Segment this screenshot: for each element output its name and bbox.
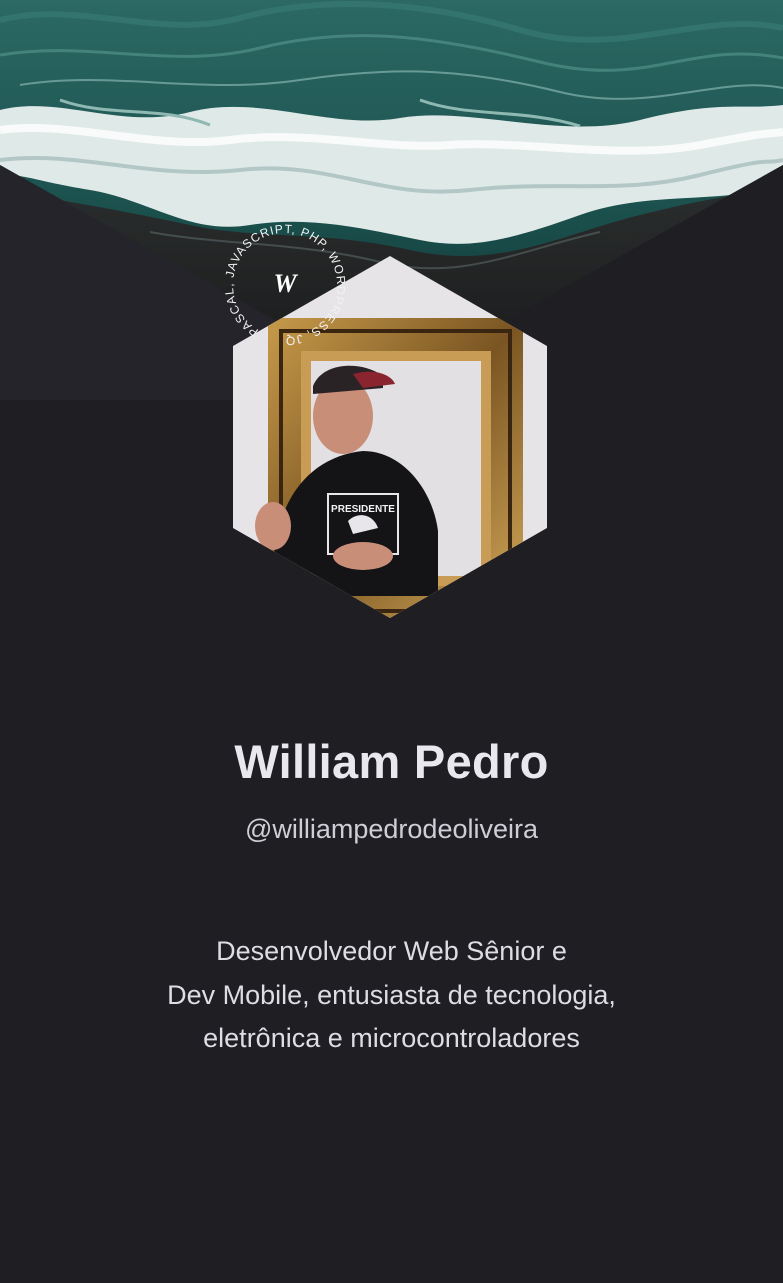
bio-line: eletrônica e microcontroladores	[203, 1023, 580, 1053]
profile-page: PRESIDENTE PASCAL, JAVASCRIPT, PHP, WORD…	[0, 0, 783, 1283]
profile-handle[interactable]: @williampedrodeoliveira	[0, 814, 783, 845]
bio-line: Desenvolvedor Web Sênior e	[216, 936, 567, 966]
shirt-text: PRESIDENTE	[331, 504, 395, 515]
bio-line: Dev Mobile, entusiasta de tecnologia,	[167, 979, 616, 1010]
profile-name: William Pedro	[234, 735, 549, 788]
skills-badge: PASCAL, JAVASCRIPT, PHP, WORDPRESS, JQ W	[199, 199, 371, 371]
badge-monogram: W	[273, 269, 298, 298]
profile-bio: Desenvolvedor Web Sênior e Dev Mobile, e…	[0, 930, 783, 1061]
